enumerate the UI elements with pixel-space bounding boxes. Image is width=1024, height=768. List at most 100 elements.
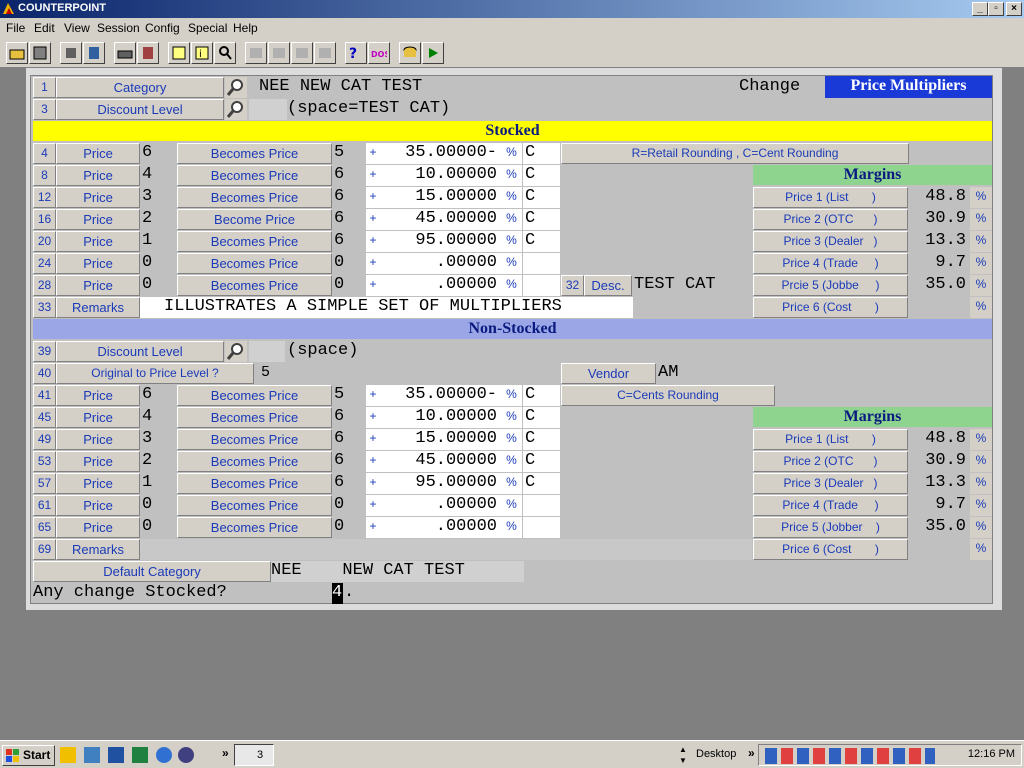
ns-from-level[interactable]: 3: [140, 429, 177, 450]
ns-rounding-code[interactable]: C: [523, 407, 560, 428]
ns-becomes-label[interactable]: Becomes Price: [177, 407, 332, 428]
run-icon[interactable]: [422, 42, 444, 64]
ns-from-level[interactable]: 6: [140, 385, 177, 406]
report-icon[interactable]: [137, 42, 159, 64]
stocked-margin-label[interactable]: Prcie 5 (Jobbe ): [753, 275, 908, 296]
ns-to-level[interactable]: 0: [332, 495, 366, 516]
ns-rounding-code[interactable]: [523, 517, 560, 538]
stocked-multiplier-value[interactable]: 45.00000: [380, 209, 501, 230]
stocked-multiplier-value[interactable]: 10.00000: [380, 165, 501, 186]
stocked-to-level[interactable]: 6: [332, 209, 366, 230]
ns-margin-label[interactable]: Price 1 (List ): [753, 429, 908, 450]
stocked-to-level[interactable]: 0: [332, 275, 366, 296]
stocked-rounding-code[interactable]: [523, 275, 560, 296]
media-icon[interactable]: [178, 747, 194, 763]
ns-price-label[interactable]: Price: [56, 451, 140, 472]
ns-multiplier-value[interactable]: 95.00000: [380, 473, 501, 494]
ns-becomes-label[interactable]: Becomes Price: [177, 429, 332, 450]
stocked-becomes-label[interactable]: Becomes Price: [177, 253, 332, 274]
grid-icon-1[interactable]: [245, 42, 267, 64]
print-icon[interactable]: [114, 42, 136, 64]
quicklaunch-chevron-icon[interactable]: »: [222, 746, 229, 760]
stocked-rounding-code[interactable]: C: [523, 143, 560, 164]
ns-discount-level-field[interactable]: [249, 341, 285, 362]
quicklaunch-icon-2[interactable]: [84, 747, 100, 763]
stocked-rounding-code[interactable]: C: [523, 231, 560, 252]
ns-rounding-code[interactable]: [523, 495, 560, 516]
remarks-label[interactable]: Remarks: [56, 297, 140, 318]
taskbar-group-button[interactable]: 3: [234, 744, 274, 766]
ns-discount-lookup-icon[interactable]: [225, 341, 247, 362]
orig-price-level-label[interactable]: Original to Price Level ?: [56, 363, 254, 384]
ns-rounding-code[interactable]: C: [523, 451, 560, 472]
excel-icon[interactable]: [132, 747, 148, 763]
menu-edit[interactable]: Edit: [34, 21, 55, 35]
prompt-cursor[interactable]: 4: [332, 583, 343, 604]
ns-becomes-label[interactable]: Becomes Price: [177, 517, 332, 538]
stocked-rounding-code[interactable]: C: [523, 209, 560, 230]
ns-multiplier-value[interactable]: .00000: [380, 517, 501, 538]
stocked-to-level[interactable]: 6: [332, 165, 366, 186]
stocked-becomes-label[interactable]: Become Price: [177, 209, 332, 230]
stocked-from-level[interactable]: 0: [140, 275, 177, 296]
desktop-chevron-icon[interactable]: »: [748, 746, 755, 760]
menu-config[interactable]: Config: [145, 21, 180, 35]
ns-price-label[interactable]: Price: [56, 517, 140, 538]
stocked-multiplier-value[interactable]: .00000: [380, 275, 501, 296]
help-icon[interactable]: ?: [345, 42, 367, 64]
dos-icon[interactable]: DOS: [368, 42, 390, 64]
grid-icon-3[interactable]: [291, 42, 313, 64]
cut-icon[interactable]: [60, 42, 82, 64]
ns-multiplier-value[interactable]: 45.00000: [380, 451, 501, 472]
ns-multiplier-value[interactable]: 15.00000: [380, 429, 501, 450]
stocked-multiplier-value[interactable]: 35.00000-: [380, 143, 501, 164]
info-icon[interactable]: i: [191, 42, 213, 64]
stocked-from-level[interactable]: 3: [140, 187, 177, 208]
quicklaunch-icon-1[interactable]: [60, 747, 76, 763]
ns-to-level[interactable]: 6: [332, 429, 366, 450]
stocked-multiplier-value[interactable]: 95.00000: [380, 231, 501, 252]
menu-help[interactable]: Help: [233, 21, 258, 35]
ns-to-level[interactable]: 6: [332, 451, 366, 472]
ns-to-level[interactable]: 5: [332, 385, 366, 406]
save-icon[interactable]: [29, 42, 51, 64]
ns-to-level[interactable]: 6: [332, 407, 366, 428]
start-button[interactable]: Start: [2, 745, 55, 766]
stocked-from-level[interactable]: 2: [140, 209, 177, 230]
ns-multiplier-value[interactable]: .00000: [380, 495, 501, 516]
ns-margin-label[interactable]: Price 6 (Cost ): [753, 539, 908, 560]
ns-margin-label[interactable]: Price 4 (Trade ): [753, 495, 908, 516]
stocked-margin-label[interactable]: Price 6 (Cost ): [753, 297, 908, 318]
stocked-margin-label[interactable]: Price 2 (OTC ): [753, 209, 908, 230]
ns-becomes-label[interactable]: Becomes Price: [177, 473, 332, 494]
restore-button[interactable]: ▫: [988, 2, 1004, 16]
ns-to-level[interactable]: 6: [332, 473, 366, 494]
stocked-price-label[interactable]: Price: [56, 231, 140, 252]
ns-to-level[interactable]: 0: [332, 517, 366, 538]
close-button[interactable]: ×: [1006, 2, 1022, 16]
paste-icon[interactable]: [83, 42, 105, 64]
select-icon[interactable]: [168, 42, 190, 64]
category-value[interactable]: NEE NEW CAT TEST: [249, 77, 463, 98]
lookup-icon[interactable]: [214, 42, 236, 64]
ns-price-label[interactable]: Price: [56, 407, 140, 428]
ns-rounding-code[interactable]: C: [523, 429, 560, 450]
stocked-price-label[interactable]: Price: [56, 165, 140, 186]
menu-special[interactable]: Special: [188, 21, 227, 35]
stocked-price-label[interactable]: Price: [56, 209, 140, 230]
ns-from-level[interactable]: 0: [140, 517, 177, 538]
stocked-becomes-label[interactable]: Becomes Price: [177, 165, 332, 186]
ns-discount-level-label[interactable]: Discount Level: [56, 341, 224, 362]
menu-session[interactable]: Session: [97, 21, 140, 35]
minimize-button[interactable]: _: [972, 2, 988, 16]
category-label[interactable]: Category: [56, 77, 224, 98]
ns-rounding-code[interactable]: C: [523, 385, 560, 406]
stocked-becomes-label[interactable]: Becomes Price: [177, 231, 332, 252]
stocked-to-level[interactable]: 5: [332, 143, 366, 164]
toolbar-scroll-icon[interactable]: ▲ ▼: [676, 744, 690, 766]
grid-icon-4[interactable]: [314, 42, 336, 64]
discount-lookup-icon[interactable]: [225, 99, 247, 120]
menu-file[interactable]: File: [6, 21, 25, 35]
stocked-from-level[interactable]: 6: [140, 143, 177, 164]
stocked-rounding-code[interactable]: C: [523, 187, 560, 208]
